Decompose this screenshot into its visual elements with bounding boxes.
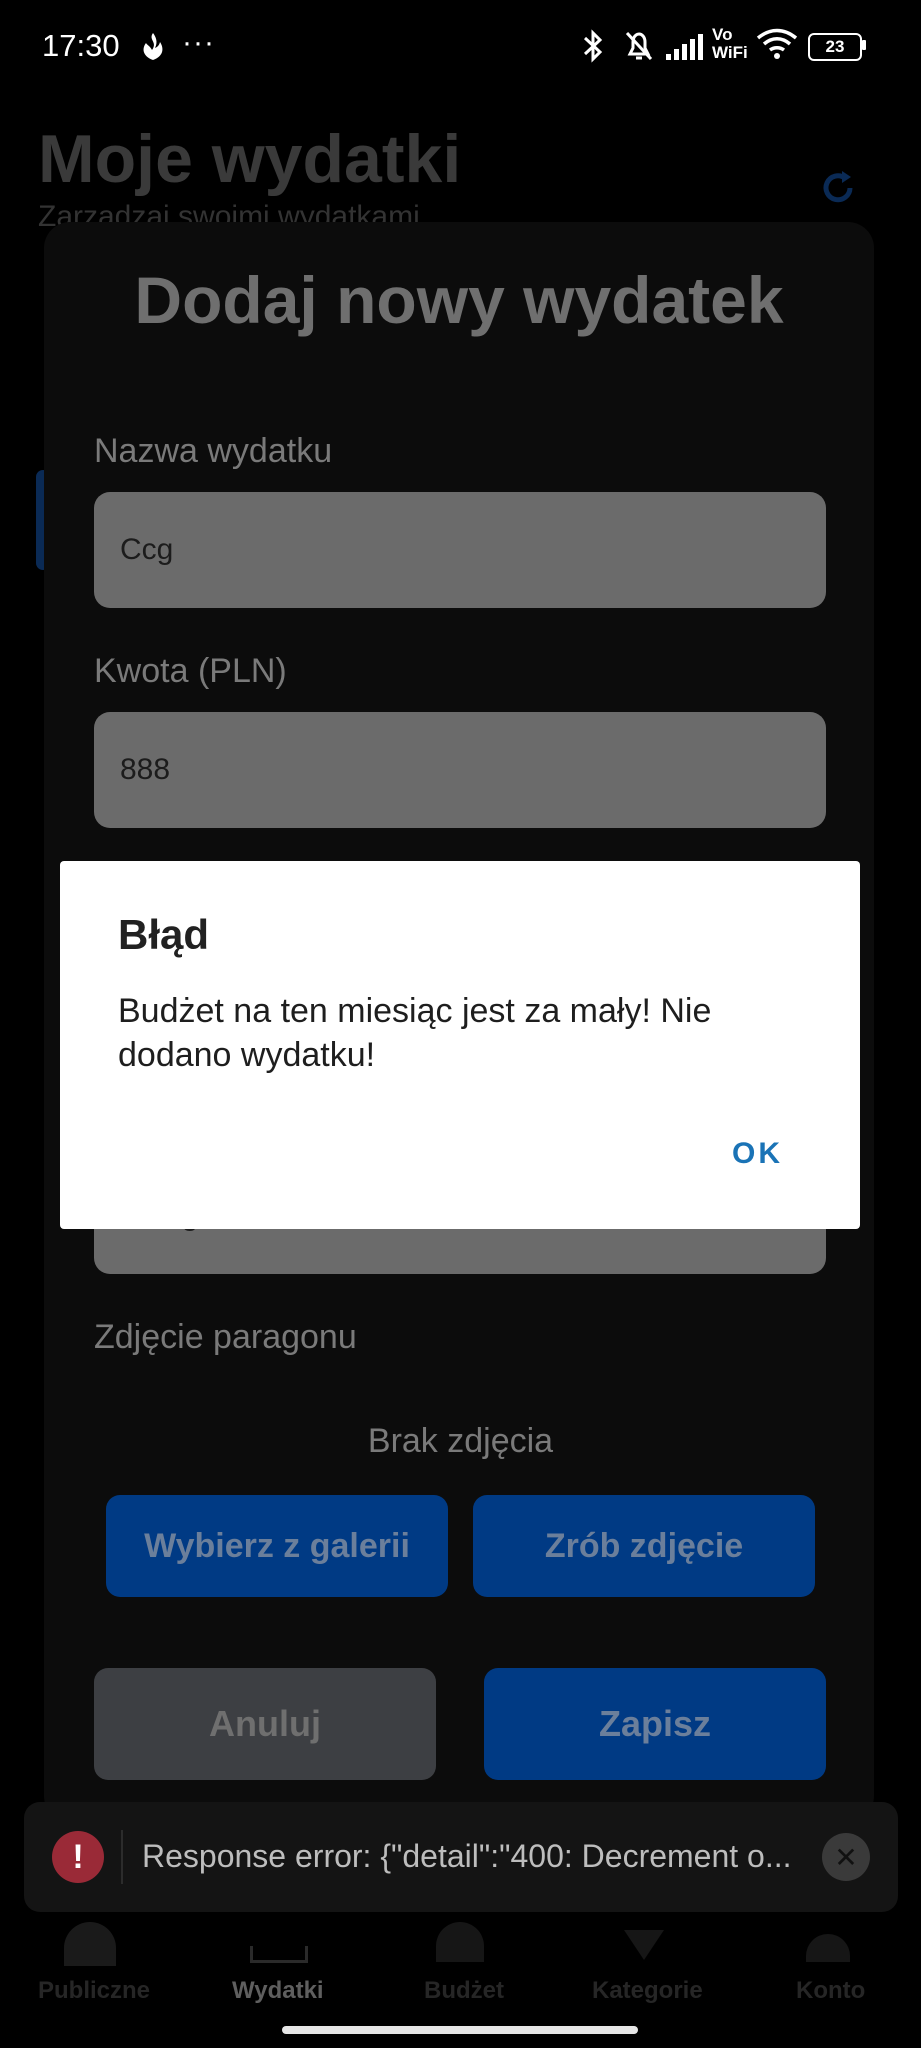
amount-field[interactable]: 888 <box>94 712 826 828</box>
error-toast: ! Response error: {"detail":"400: Decrem… <box>24 1802 898 1912</box>
silent-icon <box>625 31 653 61</box>
error-icon: ! <box>52 1831 104 1883</box>
page-title: Moje wydatki <box>38 121 462 197</box>
save-button[interactable]: Zapisz <box>484 1668 826 1780</box>
home-indicator[interactable] <box>282 2026 638 2034</box>
battery-level: 23 <box>825 37 845 56</box>
amount-label: Kwota (PLN) <box>94 652 287 690</box>
nav-item-account[interactable]: Konto <box>796 1977 865 2005</box>
bluetooth-icon <box>583 29 603 63</box>
amount-value: 888 <box>120 753 171 786</box>
nav-item-expenses[interactable]: Wydatki <box>232 1977 324 2005</box>
more-icon: ··· <box>182 26 215 59</box>
dialog-message: Budżet na ten miesiąc jest za mały! Nie … <box>118 992 712 1074</box>
expense-name-field[interactable]: Ccg <box>94 492 826 608</box>
no-photo-text: Brak zdjęcia <box>367 1422 554 1460</box>
dialog-title: Błąd <box>118 911 210 958</box>
nav-item-public[interactable]: Publiczne <box>38 1977 150 2005</box>
take-photo-button[interactable]: Zrób zdjęcie <box>473 1495 815 1597</box>
signal-icon <box>666 34 703 60</box>
sheet-title: Dodaj nowy wydatek <box>134 263 784 337</box>
expense-name-value: Ccg <box>120 533 174 566</box>
error-dialog: Błąd Budżet na ten miesiąc jest za mały!… <box>60 861 860 1229</box>
status-bar: 17:30 ··· Vo WiFi 23 <box>0 0 921 92</box>
globe-icon <box>64 1922 116 1966</box>
battery-icon: 23 <box>808 33 862 61</box>
dialog-ok-button[interactable]: OK <box>732 1137 783 1171</box>
status-time: 17:30 <box>42 28 120 63</box>
toast-separator <box>121 1830 123 1884</box>
wifi-icon <box>756 28 798 59</box>
choose-from-gallery-button[interactable]: Wybierz z galerii <box>106 1495 448 1597</box>
vowifi-top: Vo <box>712 25 733 44</box>
battery-cap <box>862 40 866 50</box>
receipt-photo-label: Zdjęcie paragonu <box>94 1318 357 1356</box>
wallet-icon <box>250 1946 308 1963</box>
flame-icon <box>143 33 163 60</box>
cancel-button[interactable]: Anuluj <box>94 1668 436 1780</box>
nav-item-categories[interactable]: Kategorie <box>592 1977 703 2005</box>
nav-item-budget[interactable]: Budżet <box>424 1977 504 2005</box>
refresh-icon[interactable] <box>818 168 858 208</box>
category-icon <box>624 1930 664 1960</box>
vowifi-indicator: Vo WiFi <box>712 26 748 62</box>
account-icon <box>806 1934 850 1962</box>
close-icon[interactable]: ✕ <box>822 1833 870 1881</box>
vowifi-bottom: WiFi <box>712 43 748 62</box>
expense-name-label: Nazwa wydatku <box>94 432 333 470</box>
budget-icon <box>436 1922 484 1962</box>
toast-message: Response error: {"detail":"400: Decremen… <box>142 1838 792 1874</box>
